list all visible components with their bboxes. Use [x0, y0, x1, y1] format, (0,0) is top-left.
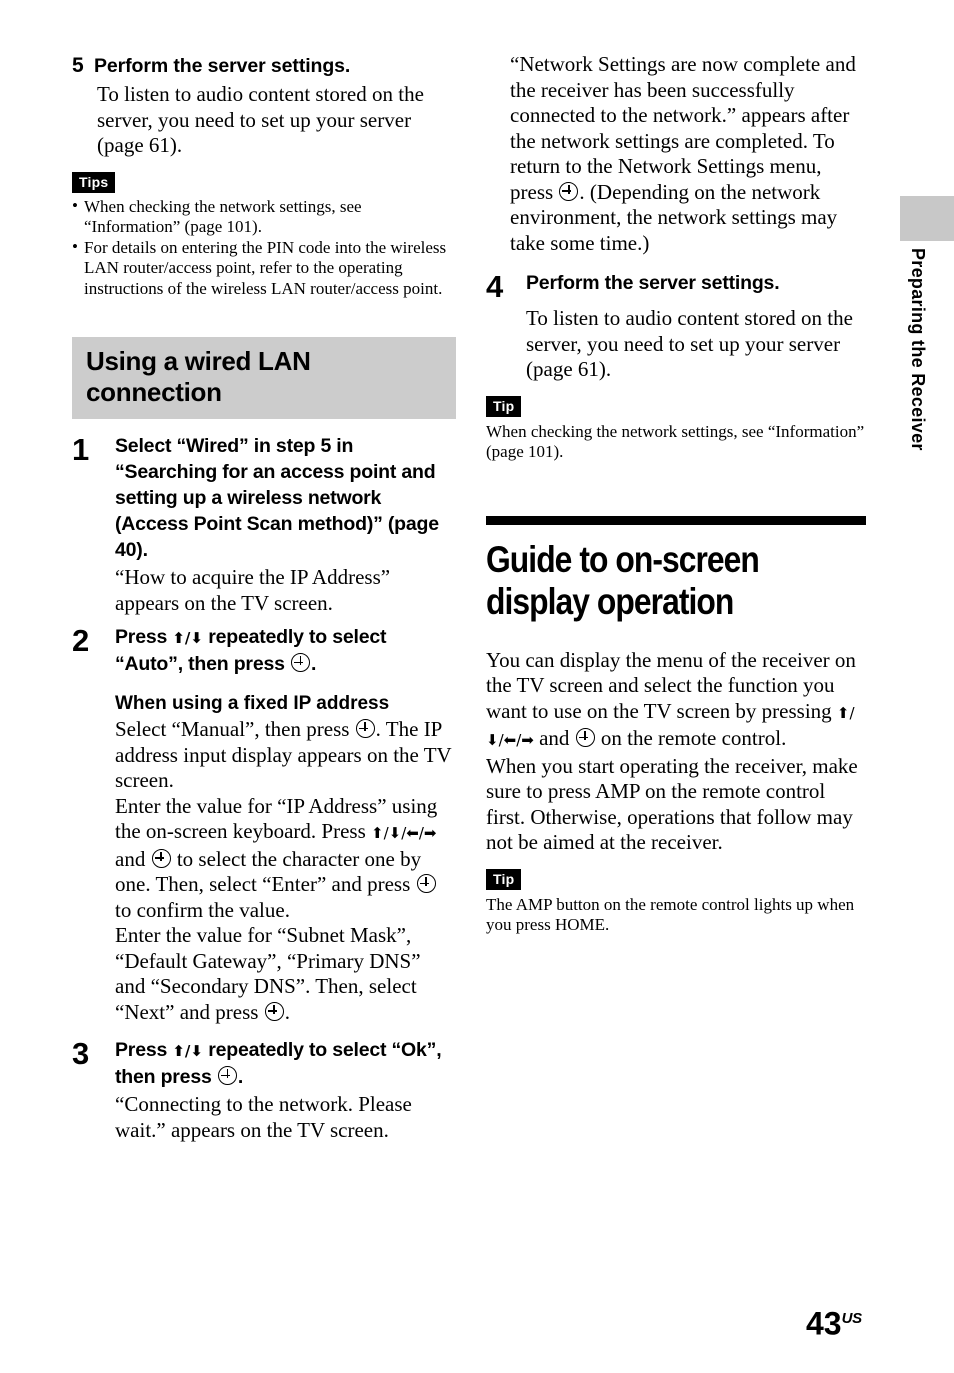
section-heading-wired-lan: Using a wired LAN connection	[72, 337, 456, 419]
tips-list: When checking the network settings, see …	[72, 196, 456, 300]
step-2-paragraph-1: Select “Manual”, then press . The IP add…	[115, 717, 456, 794]
text: on the remote control.	[595, 726, 787, 750]
step-5: 5 Perform the server settings.	[72, 52, 456, 80]
step-2-title-end: .	[310, 653, 317, 675]
side-tab-marker	[900, 196, 954, 241]
tip-badge: Tip	[486, 395, 522, 417]
left-column: 5 Perform the server settings. To listen…	[72, 52, 456, 1143]
step-2-paragraph-3: Enter the value for “Subnet Mask”, “Defa…	[115, 923, 456, 1025]
tips-badge-wrap: Tips	[72, 171, 456, 193]
step-3-body: “Connecting to the network. Please wait.…	[115, 1092, 412, 1142]
step-2-paragraph-2: Enter the value for “IP Address” using t…	[115, 794, 456, 924]
tip-badge-wrap-1: Tip	[486, 395, 866, 417]
list-item: When checking the network settings, see …	[72, 196, 456, 238]
tips-badge: Tips	[72, 171, 116, 193]
step-4-body: To listen to audio content stored on the…	[526, 306, 853, 381]
tip-text-2: The AMP button on the remote control lig…	[486, 894, 855, 935]
enter-button-icon	[416, 874, 436, 893]
step-1-number: 1	[72, 432, 90, 467]
right-column: “Network Settings are now complete and t…	[486, 52, 866, 936]
tip-badge: Tip	[486, 868, 522, 890]
side-tab-chapter-label: Preparing the Receiver	[908, 248, 928, 451]
step-3-title: Press ⬆/⬇ repeatedly to select “Ok”, the…	[115, 1037, 456, 1090]
text: to confirm the value.	[115, 897, 290, 922]
text: Select “Manual”, then press	[115, 717, 355, 741]
arrow-up-down-icon: ⬆/⬇	[172, 629, 203, 647]
step-4: 4 Perform the server settings.	[486, 270, 866, 304]
guide-paragraph-1: You can display the menu of the receiver…	[486, 648, 866, 754]
document-page: 5 Perform the server settings. To listen…	[0, 0, 954, 1373]
step-1-body: “How to acquire the IP Address” appears …	[115, 565, 391, 615]
subheading-fixed-ip: When using a fixed IP address	[115, 693, 390, 714]
step-2: 2 Press ⬆/⬇ repeatedly to select “Auto”,…	[72, 624, 456, 677]
step-2-title: Press ⬆/⬇ repeatedly to select “Auto”, t…	[115, 624, 456, 677]
tip-text-1: When checking the network settings, see …	[486, 421, 865, 462]
enter-button-icon	[355, 719, 375, 738]
step-5-number: 5	[72, 54, 84, 77]
enter-button-icon	[217, 1066, 237, 1085]
arrow-cluster-icon: ⬆/⬇/⬅/➡	[371, 824, 437, 842]
text: .	[284, 999, 290, 1024]
step-3: 3 Press ⬆/⬇ repeatedly to select “Ok”, t…	[72, 1037, 456, 1090]
step-4-title: Perform the server settings.	[526, 272, 780, 294]
step-5-body: To listen to audio content stored on the…	[97, 82, 424, 157]
step-2-number: 2	[72, 623, 90, 658]
enter-button-icon	[290, 653, 310, 672]
step-4-number: 4	[486, 269, 504, 304]
step-3-number: 3	[72, 1036, 90, 1071]
enter-button-icon	[559, 181, 579, 201]
tip-badge-wrap-2: Tip	[486, 868, 866, 890]
step-3-title-part1: Press	[115, 1039, 173, 1061]
step-2-title-part1: Press	[115, 626, 173, 648]
network-complete-paragraph: “Network Settings are now complete and t…	[510, 52, 866, 256]
enter-button-icon	[264, 1001, 284, 1021]
enter-button-icon	[575, 728, 595, 747]
enter-button-icon	[151, 848, 171, 868]
page-title: Guide to on-screen display operation	[486, 538, 760, 622]
list-item: For details on entering the PIN code int…	[72, 237, 456, 300]
step-1: 1 Select “Wired” in step 5 in “Searching…	[72, 433, 456, 563]
text: You can display the menu of the receiver…	[486, 647, 856, 723]
guide-paragraph-2: When you start operating the receiver, m…	[486, 753, 858, 855]
step-5-title: Perform the server settings.	[94, 55, 351, 77]
page-region-mark: US	[841, 1310, 863, 1327]
heading-rule	[486, 515, 866, 525]
step-1-title: Select “Wired” in step 5 in “Searching f…	[115, 435, 439, 561]
page-number: 43US	[806, 1303, 862, 1340]
text: and	[533, 726, 575, 750]
page-number-value: 43	[806, 1305, 842, 1342]
step-3-title-end: .	[237, 1066, 244, 1088]
arrow-up-down-icon: ⬆/⬇	[172, 1042, 203, 1060]
text: and	[115, 846, 151, 871]
